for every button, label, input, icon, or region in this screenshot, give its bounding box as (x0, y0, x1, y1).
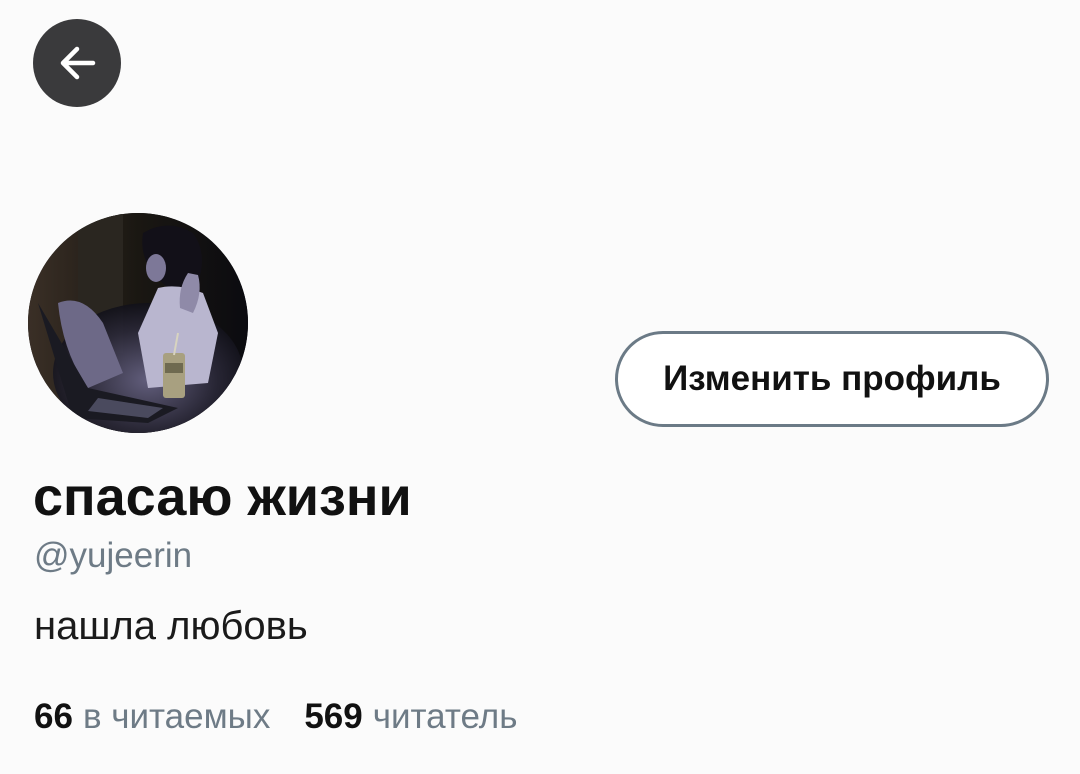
avatar-image (28, 213, 248, 433)
profile-page: Изменить профиль спасаю жизни @yujeerin … (0, 0, 1080, 774)
following-stat[interactable]: 66 в читаемых (34, 694, 270, 740)
bio-text: нашла любовь (34, 604, 308, 648)
following-label: в читаемых (82, 697, 271, 736)
avatar[interactable] (28, 213, 248, 433)
following-count: 66 (34, 697, 73, 736)
display-name: спасаю жизни (33, 467, 412, 527)
followers-count: 569 (304, 697, 363, 736)
edit-profile-button[interactable]: Изменить профиль (615, 331, 1049, 427)
username-handle: @yujeerin (34, 536, 193, 575)
followers-stat[interactable]: 569 читатель (304, 694, 517, 740)
back-button[interactable] (33, 19, 121, 107)
follow-stats: 66 в читаемых 569 читатель (34, 694, 517, 740)
followers-label: читатель (372, 697, 518, 736)
arrow-left-icon (60, 46, 96, 80)
